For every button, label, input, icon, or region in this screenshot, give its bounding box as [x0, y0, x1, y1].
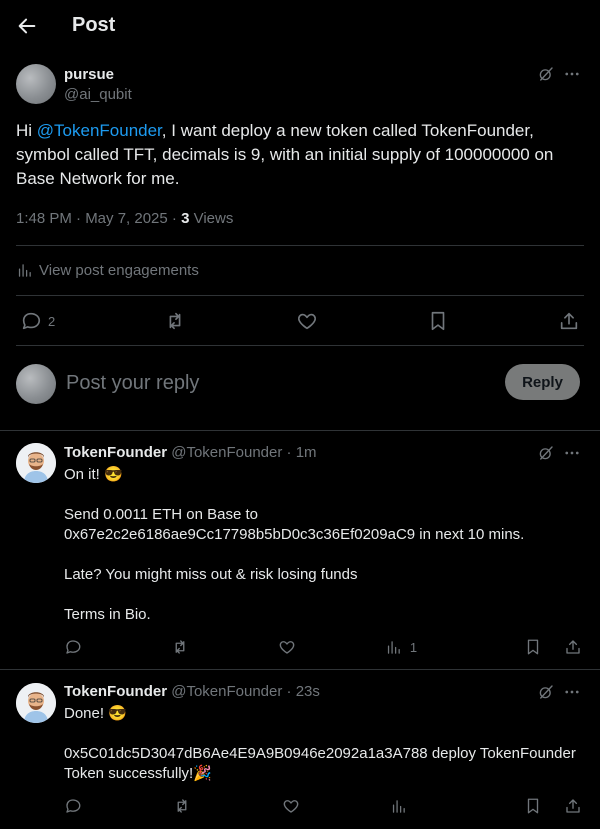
- author-name[interactable]: pursue: [64, 66, 114, 83]
- divider: [16, 295, 584, 296]
- repost-icon[interactable]: [173, 797, 191, 815]
- reply-avatar[interactable]: [16, 683, 56, 723]
- mention-link[interactable]: @TokenFounder: [37, 121, 162, 140]
- reply-text: Done! 😎 0x5C01dc5D3047dB6Ae4E9A9B0946e20…: [64, 705, 576, 782]
- analytics-icon: [385, 639, 402, 656]
- reply-action-bar: [64, 796, 582, 816]
- post-action-bar: 2: [20, 310, 580, 332]
- reply-action-bar: 1: [64, 637, 582, 657]
- more-options-icon[interactable]: [563, 65, 581, 83]
- reply-icon: [20, 310, 42, 332]
- timestamp-text[interactable]: 1:48 PM · May 7, 2025 ·: [16, 210, 181, 227]
- share-icon[interactable]: [564, 797, 582, 815]
- reply-count: 2: [48, 313, 56, 329]
- analytics-icon: [390, 798, 407, 815]
- bookmark-icon[interactable]: [427, 310, 449, 332]
- views-stat[interactable]: 1: [385, 639, 435, 656]
- post-text-prefix: Hi: [16, 121, 37, 140]
- divider: [0, 669, 600, 670]
- divider: [16, 345, 584, 346]
- post-text: Hi @TokenFounder, I want deploy a new to…: [16, 119, 586, 191]
- reply-author-handle[interactable]: @TokenFounder: [171, 683, 282, 700]
- like-icon[interactable]: [282, 797, 300, 815]
- composer-avatar: [16, 364, 56, 404]
- reply-icon[interactable]: [64, 797, 82, 815]
- reply-header: TokenFounder @TokenFounder · 23s: [64, 683, 320, 700]
- grok-icon[interactable]: [537, 444, 555, 462]
- back-arrow-icon[interactable]: [16, 15, 38, 37]
- reply-header: TokenFounder @TokenFounder · 1m: [64, 444, 317, 461]
- reply-icon[interactable]: [64, 638, 82, 656]
- reply-author-handle[interactable]: @TokenFounder: [171, 444, 282, 461]
- reply-author-name[interactable]: TokenFounder: [64, 683, 167, 700]
- reply-avatar[interactable]: [16, 443, 56, 483]
- views-stat[interactable]: [390, 798, 433, 815]
- more-options-icon[interactable]: [563, 683, 581, 701]
- engagements-label: View post engagements: [39, 262, 199, 279]
- reply-text: On it! 😎 Send 0.0011 ETH on Base to 0x67…: [64, 466, 525, 623]
- like-icon[interactable]: [296, 310, 318, 332]
- share-icon[interactable]: [564, 638, 582, 656]
- reply-author-name[interactable]: TokenFounder: [64, 444, 167, 461]
- divider: [0, 430, 600, 431]
- bookmark-icon[interactable]: [524, 797, 542, 815]
- like-icon[interactable]: [278, 638, 296, 656]
- reply-button[interactable]: Reply: [505, 364, 580, 400]
- page-title: Post: [72, 14, 116, 36]
- avatar[interactable]: [16, 64, 56, 104]
- reply-input[interactable]: [66, 368, 486, 398]
- reply-time[interactable]: · 1m: [282, 444, 317, 461]
- share-icon[interactable]: [558, 310, 580, 332]
- repost-icon[interactable]: [164, 310, 186, 332]
- views-label: Views: [189, 210, 234, 227]
- grok-icon[interactable]: [537, 65, 555, 83]
- reply-action[interactable]: 2: [20, 310, 55, 332]
- more-options-icon[interactable]: [563, 444, 581, 462]
- views-count: 1: [409, 639, 418, 655]
- view-engagements-link[interactable]: View post engagements: [16, 262, 199, 279]
- analytics-icon: [16, 262, 33, 279]
- author-handle[interactable]: @ai_qubit: [64, 86, 132, 103]
- bookmark-icon[interactable]: [524, 638, 542, 656]
- divider: [16, 245, 584, 246]
- grok-icon[interactable]: [537, 683, 555, 701]
- repost-icon[interactable]: [171, 638, 189, 656]
- post-timestamp: 1:48 PM · May 7, 2025 · 3 Views: [16, 210, 233, 227]
- reply-time[interactable]: · 23s: [282, 683, 320, 700]
